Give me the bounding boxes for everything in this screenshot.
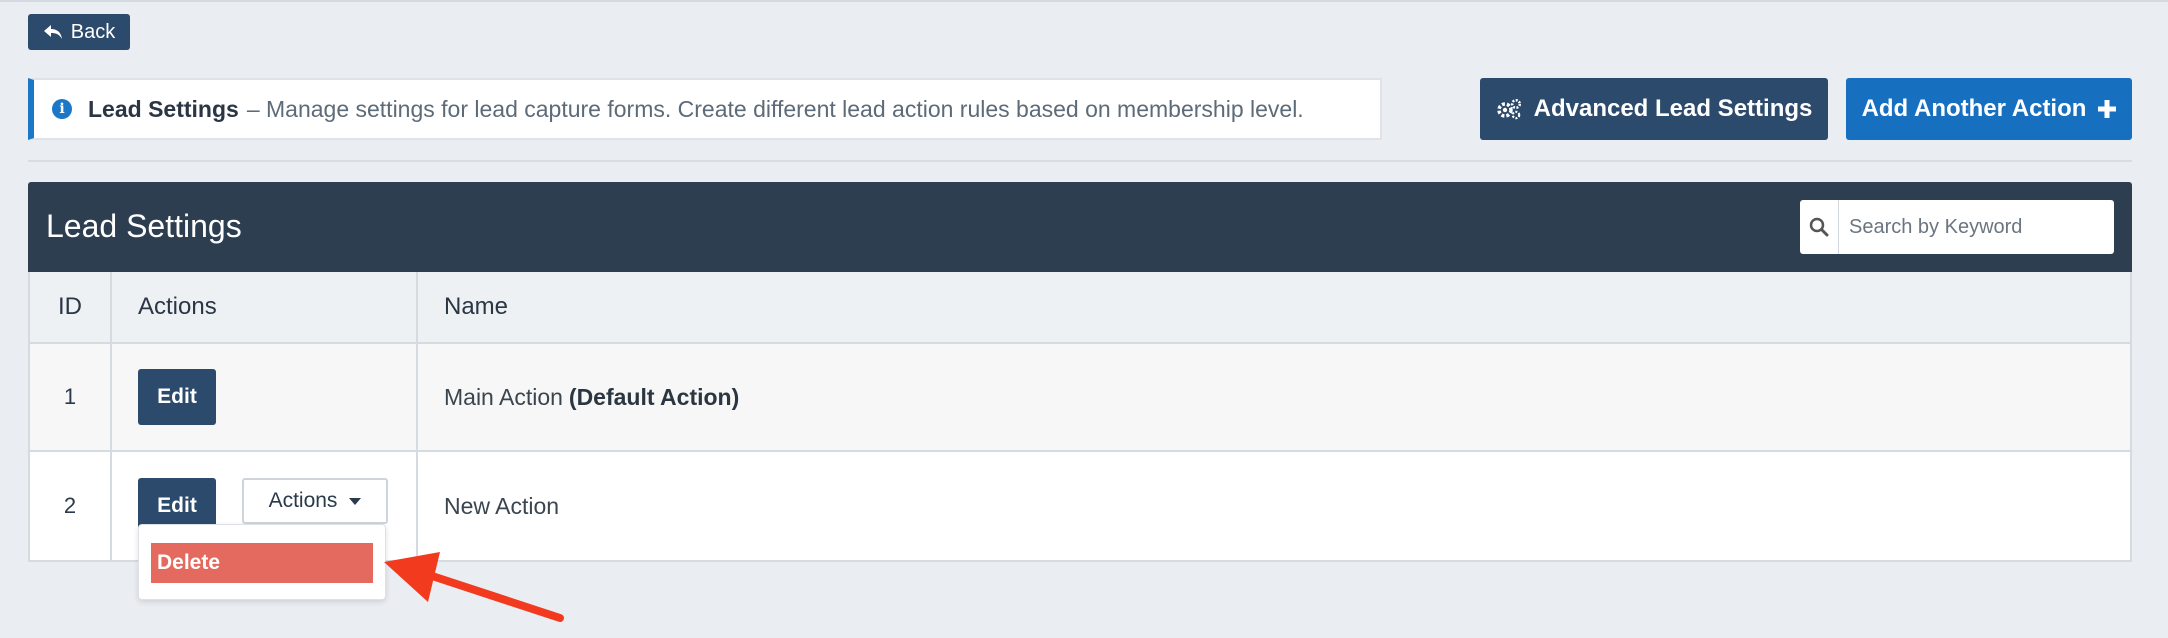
row-name: New Action <box>444 492 560 519</box>
advanced-lead-settings-label: Advanced Lead Settings <box>1533 95 1813 122</box>
reply-arrow-icon <box>43 25 62 39</box>
row-id: 2 <box>30 452 112 560</box>
row-name-cell: New Action <box>418 452 2130 560</box>
actions-dropdown-menu: Delete <box>138 524 386 600</box>
back-label: Back <box>70 20 116 43</box>
panel-title: Lead Settings <box>46 208 242 244</box>
column-header-id: ID <box>30 272 112 342</box>
row-actions-cell: Edit <box>112 344 418 450</box>
caret-down-icon <box>349 497 362 505</box>
actions-dropdown-button[interactable]: Actions <box>242 478 388 524</box>
column-header-name: Name <box>444 293 509 320</box>
column-header-actions: Actions <box>112 272 418 342</box>
search-icon <box>1800 200 1839 254</box>
annotation-arrow-icon <box>384 552 564 622</box>
delete-menu-item[interactable]: Delete <box>151 543 373 583</box>
lead-actions-table: ID Actions Name 1 Edit Main Action (Defa… <box>28 272 2132 562</box>
row-name: Main Action <box>444 383 563 410</box>
info-text: – Manage settings for lead capture forms… <box>246 95 1304 122</box>
add-another-action-button[interactable]: Add Another Action <box>1846 78 2132 140</box>
search-input[interactable] <box>1839 200 2114 254</box>
info-banner: i Lead Settings – Manage settings for le… <box>28 78 1382 140</box>
info-title: Lead Settings <box>88 95 239 122</box>
default-action-tag: (Default Action) <box>568 383 740 410</box>
back-button[interactable]: Back <box>28 14 130 50</box>
table-header-row: ID Actions Name <box>30 272 2130 344</box>
edit-button[interactable]: Edit <box>138 369 216 425</box>
advanced-lead-settings-button[interactable]: Advanced Lead Settings <box>1480 78 1828 140</box>
divider <box>28 160 2132 162</box>
panel-header: Lead Settings <box>28 182 2132 272</box>
row-name-cell: Main Action (Default Action) <box>418 344 2130 450</box>
search-box[interactable] <box>1800 200 2114 254</box>
table-row: 1 Edit Main Action (Default Action) <box>30 344 2130 452</box>
gears-icon <box>1496 98 1521 120</box>
plus-icon <box>2098 100 2117 118</box>
info-icon: i <box>52 99 72 119</box>
actions-dropdown-label: Actions <box>268 489 338 512</box>
row-id: 1 <box>30 344 112 450</box>
add-another-action-label: Add Another Action <box>1861 95 2087 122</box>
